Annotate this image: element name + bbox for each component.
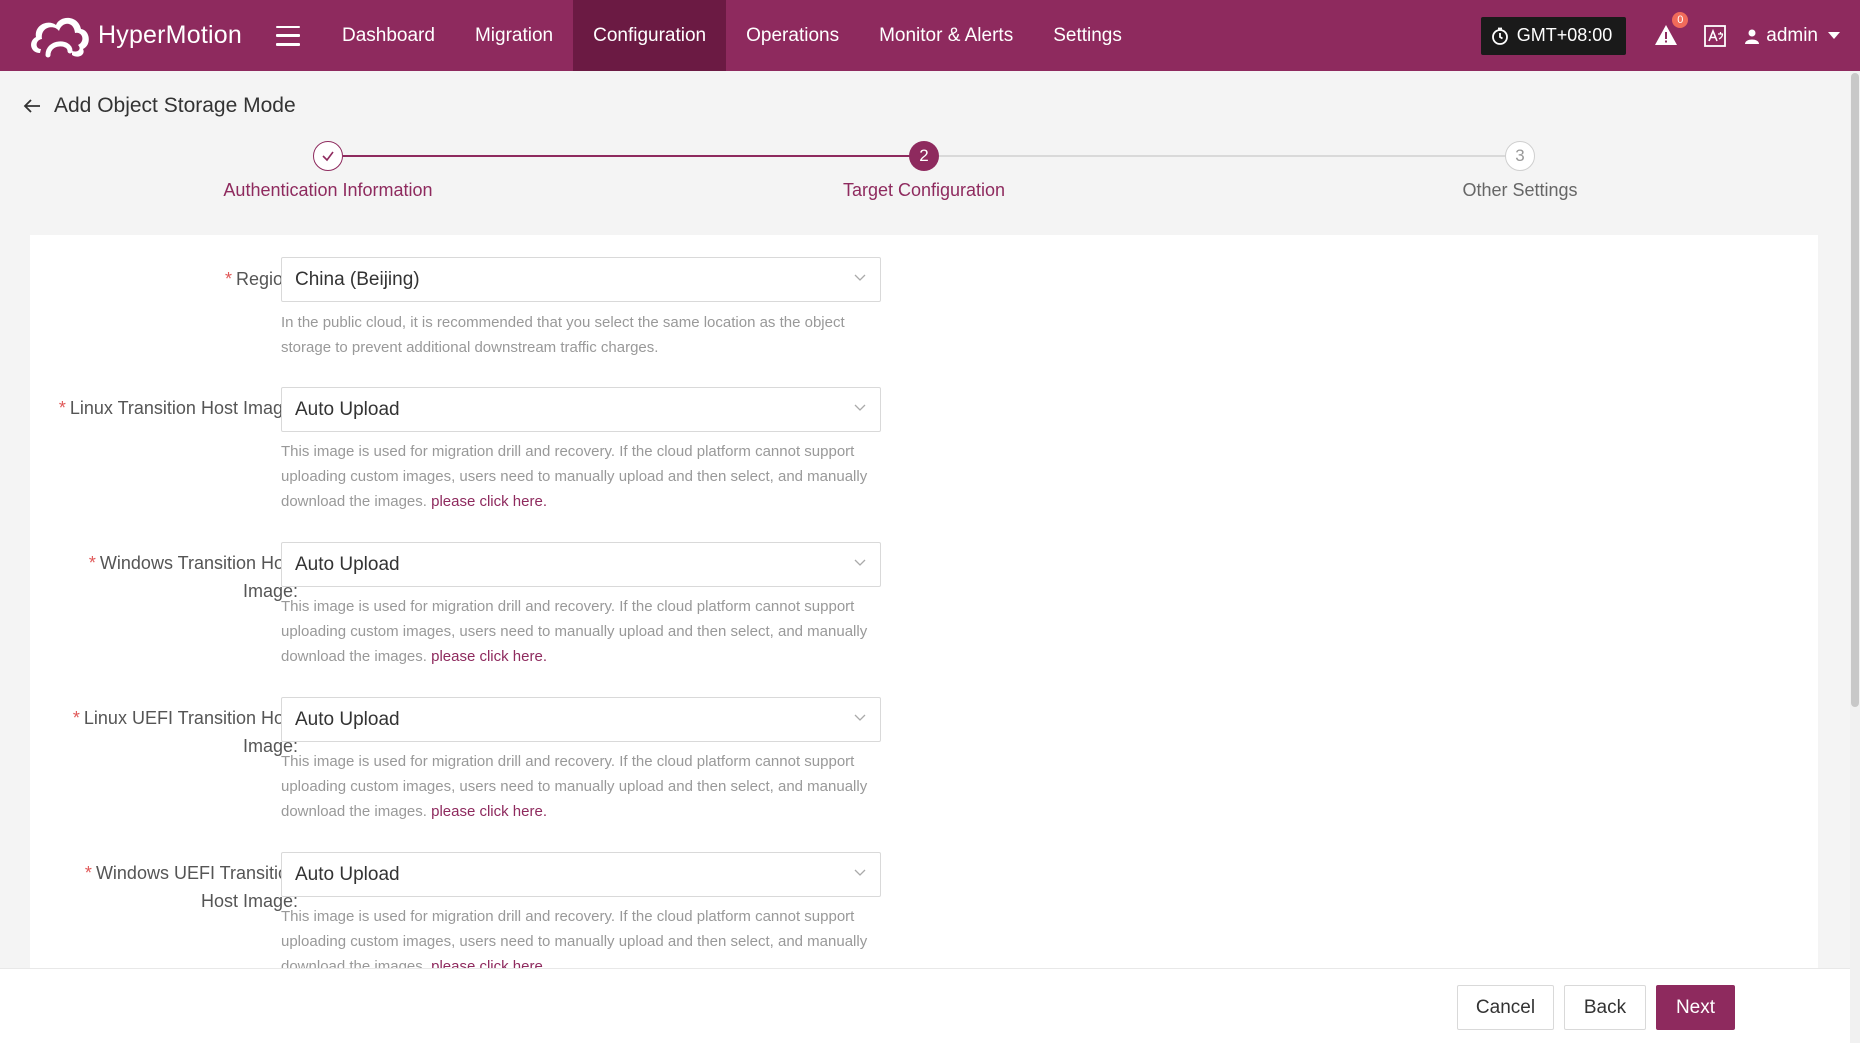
download-link[interactable]: please click here.: [431, 958, 547, 968]
nav-dashboard[interactable]: Dashboard: [322, 0, 455, 71]
linux-uefi-image-select[interactable]: Auto Upload: [281, 697, 881, 742]
user-menu[interactable]: admin: [1744, 25, 1840, 47]
chevron-down-icon: [854, 274, 866, 281]
top-navbar: HyperMotion Dashboard Migration Configur…: [0, 0, 1860, 71]
step-connector-pending: [939, 155, 1506, 157]
username: admin: [1766, 24, 1818, 46]
chevron-down-icon: [854, 559, 866, 566]
header-right: GMT+08:00 0 admin: [1480, 0, 1860, 71]
chevron-down-icon: [854, 404, 866, 411]
timezone-badge[interactable]: GMT+08:00: [1480, 16, 1627, 55]
page-scrollbar[interactable]: [1850, 71, 1860, 1043]
windows-uefi-image-help: This image is used for migration drill a…: [281, 904, 891, 968]
nav-migration[interactable]: Migration: [455, 0, 573, 71]
alert-count-badge: 0: [1672, 11, 1689, 28]
timezone-text: GMT+08:00: [1516, 25, 1613, 45]
back-arrow-icon[interactable]: [22, 96, 42, 116]
linux-image-select[interactable]: Auto Upload: [281, 387, 881, 432]
region-value: China (Beijing): [295, 268, 420, 290]
cancel-button[interactable]: Cancel: [1457, 985, 1554, 1030]
nav-configuration[interactable]: Configuration: [573, 0, 727, 71]
linux-image-label: * Linux Transition Host Image:: [58, 398, 298, 418]
download-link[interactable]: please click here.: [431, 803, 547, 820]
windows-image-value: Auto Upload: [295, 553, 400, 575]
back-button[interactable]: Back: [1564, 985, 1646, 1030]
region-label: * Region:: [224, 269, 298, 289]
chevron-down-icon: [1828, 32, 1840, 39]
region-select[interactable]: China (Beijing): [281, 257, 881, 302]
language-icon[interactable]: [1704, 24, 1727, 47]
scrollbar-thumb[interactable]: [1851, 73, 1859, 707]
page-title: Add Object Storage Mode: [54, 94, 296, 117]
footer-bar: Cancel Back Next: [0, 968, 1850, 1043]
linux-uefi-image-label: * Linux UEFI Transition Host Image:: [72, 708, 298, 756]
windows-uefi-image-value: Auto Upload: [295, 863, 400, 885]
app-name: HyperMotion: [98, 21, 242, 49]
brand[interactable]: HyperMotion: [26, 11, 276, 61]
linux-image-help: This image is used for migration drill a…: [281, 443, 868, 510]
page-header: Add Object Storage Mode: [22, 94, 296, 118]
linux-image-value: Auto Upload: [295, 398, 400, 420]
user-icon: [1745, 29, 1760, 44]
download-link[interactable]: please click here.: [431, 493, 547, 510]
checkmark-icon: [322, 151, 334, 162]
linux-uefi-image-help: This image is used for migration drill a…: [281, 753, 868, 820]
download-link[interactable]: please click here.: [431, 648, 547, 665]
main-nav: Dashboard Migration Configuration Operat…: [322, 0, 1142, 71]
windows-image-help: This image is used for migration drill a…: [281, 598, 868, 665]
windows-uefi-image-select[interactable]: Auto Upload: [281, 852, 881, 897]
menu-toggle-icon[interactable]: [276, 25, 300, 46]
step-connector-done: [343, 155, 910, 157]
nav-operations[interactable]: Operations: [726, 0, 859, 71]
windows-uefi-image-label: * Windows UEFI Transition Host Image:: [84, 863, 298, 911]
windows-image-select[interactable]: Auto Upload: [281, 542, 881, 587]
windows-image-label: * Windows Transition Host Image:: [88, 553, 298, 601]
step-3-circle: 3: [1505, 141, 1535, 171]
step-1-circle: [313, 141, 343, 171]
next-button[interactable]: Next: [1656, 985, 1735, 1030]
region-help: In the public cloud, it is recommended t…: [281, 314, 845, 356]
chevron-down-icon: [854, 869, 866, 876]
step-3-label: Other Settings: [1462, 180, 1578, 200]
linux-uefi-image-value: Auto Upload: [295, 708, 400, 730]
nav-monitor-alerts[interactable]: Monitor & Alerts: [859, 0, 1033, 71]
step-1-label: Authentication Information: [223, 180, 433, 200]
step-2-label: Target Configuration: [842, 180, 1006, 200]
form-card: * Region: China (Beijing) In the public c…: [30, 235, 1818, 968]
cloud-logo-icon: [31, 17, 89, 57]
nav-settings[interactable]: Settings: [1033, 0, 1142, 71]
chevron-down-icon: [854, 714, 866, 721]
alerts-button[interactable]: 0: [1654, 11, 1689, 49]
clock-icon: [1491, 27, 1508, 45]
step-2-circle: 2: [909, 141, 939, 171]
